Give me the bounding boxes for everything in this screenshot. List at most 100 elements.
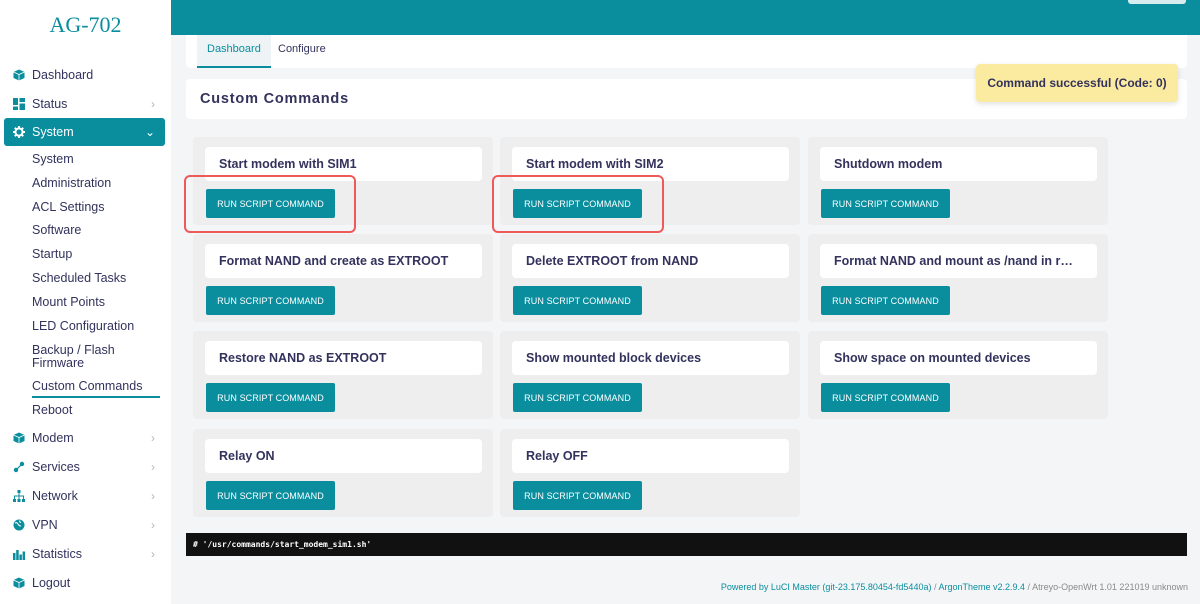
cube-icon [12, 576, 26, 590]
network-icon [12, 489, 26, 503]
command-card: Restore NAND as EXTROOT RUN SCRIPT COMMA… [193, 331, 493, 419]
gear-icon [12, 125, 26, 139]
command-card: Relay ON RUN SCRIPT COMMAND [193, 429, 493, 517]
cube-icon [12, 68, 26, 82]
run-script-button[interactable]: RUN SCRIPT COMMAND [206, 481, 335, 510]
command-title: Relay ON [219, 449, 275, 463]
chevron-right-icon: › [151, 546, 155, 561]
sidebar-item-modem[interactable]: Modem › [0, 423, 171, 452]
grid-icon [12, 97, 26, 111]
command-card: Show mounted block devices RUN SCRIPT CO… [500, 331, 800, 419]
bar-chart-icon [12, 547, 26, 561]
footer-luci-link[interactable]: Powered by LuCI Master (git-23.175.80454… [721, 582, 932, 592]
toast-message: Command successful (Code: 0) [987, 76, 1167, 90]
chevron-down-icon: ⌄ [144, 125, 155, 139]
command-title: Start modem with SIM2 [526, 157, 664, 171]
command-card: Relay OFF RUN SCRIPT COMMAND [500, 429, 800, 517]
command-card: Show space on mounted devices RUN SCRIPT… [808, 331, 1108, 419]
highlight-box [492, 175, 664, 233]
sidebar-item-label: Modem [32, 430, 74, 445]
page-title: Custom Commands [200, 91, 349, 107]
header-edge-tab[interactable] [1128, 0, 1186, 4]
command-title: Format NAND and mount as /nand in r… [834, 254, 1073, 268]
sidebar-item-dashboard[interactable]: Dashboard [0, 60, 171, 89]
command-card-header: Shutdown modem [820, 147, 1097, 181]
success-toast: Command successful (Code: 0) [976, 64, 1178, 102]
submenu-item-led-configuration[interactable]: LED Configuration [32, 320, 134, 333]
command-card: Format NAND and create as EXTROOT RUN SC… [193, 234, 493, 322]
sidebar-item-system[interactable]: System ⌄ [4, 118, 165, 146]
globe-icon [12, 518, 26, 532]
command-card-header: Relay ON [205, 439, 482, 473]
sidebar-item-label: System [32, 125, 74, 139]
command-card-header: Format NAND and mount as /nand in r… [820, 244, 1097, 278]
chevron-right-icon: › [151, 430, 155, 445]
sidebar-item-label: Logout [32, 575, 71, 590]
submenu-item-label-line2: Firmware [32, 356, 85, 370]
cube-icon [12, 431, 26, 445]
chevron-right-icon: › [151, 96, 155, 111]
submenu-item-acl-settings[interactable]: ACL Settings [32, 201, 105, 214]
brand-logo: AG-702 [49, 12, 122, 37]
submenu-item-backup-flash-firmware[interactable]: Backup / Flash Firmware [32, 344, 115, 370]
command-card: Format NAND and mount as /nand in r… RUN… [808, 234, 1108, 322]
run-script-button[interactable]: RUN SCRIPT COMMAND [513, 383, 642, 412]
submenu-item-administration[interactable]: Administration [32, 177, 111, 190]
command-output: # '/usr/commands/start_modem_sim1.sh' [186, 533, 1187, 556]
sidebar-item-vpn[interactable]: VPN › [0, 510, 171, 539]
tab-dashboard[interactable]: Dashboard [197, 35, 271, 68]
sidebar-item-label: Network [32, 488, 78, 503]
chevron-right-icon: › [151, 517, 155, 532]
tab-configure[interactable]: Configure [268, 35, 336, 68]
command-card-header: Show mounted block devices [512, 341, 789, 375]
sidebar-item-network[interactable]: Network › [0, 481, 171, 510]
command-card: Shutdown modem RUN SCRIPT COMMAND [808, 137, 1108, 225]
sidebar: AG-702 Dashboard Status › System ⌄ Syste… [0, 0, 171, 604]
command-title: Shutdown modem [834, 157, 943, 171]
footer-version: Atreyo-OpenWrt 1.01 221019 unknown [1032, 582, 1188, 592]
sidebar-item-label: Services [32, 459, 80, 474]
command-card-header: Delete EXTROOT from NAND [512, 244, 789, 278]
sidebar-item-label: Dashboard [32, 67, 94, 82]
command-card-header: Show space on mounted devices [820, 341, 1097, 375]
run-script-button[interactable]: RUN SCRIPT COMMAND [206, 383, 335, 412]
command-card-header: Format NAND and create as EXTROOT [205, 244, 482, 278]
sidebar-item-statistics[interactable]: Statistics › [0, 539, 171, 568]
sidebar-item-services[interactable]: Services › [0, 452, 171, 481]
share-icon [12, 460, 26, 474]
command-title: Delete EXTROOT from NAND [526, 254, 699, 268]
sidebar-item-label: Status [32, 96, 68, 111]
submenu-item-system[interactable]: System [32, 153, 74, 166]
top-header-bar [171, 0, 1200, 35]
run-script-button[interactable]: RUN SCRIPT COMMAND [513, 286, 642, 315]
command-title: Show space on mounted devices [834, 351, 1031, 365]
footer: Powered by LuCI Master (git-23.175.80454… [721, 582, 1188, 592]
command-card: Delete EXTROOT from NAND RUN SCRIPT COMM… [500, 234, 800, 322]
command-title: Relay OFF [526, 449, 588, 463]
run-script-button[interactable]: RUN SCRIPT COMMAND [821, 189, 950, 218]
sidebar-item-status[interactable]: Status › [0, 89, 171, 118]
command-title: Show mounted block devices [526, 351, 702, 365]
submenu-item-mount-points[interactable]: Mount Points [32, 296, 105, 309]
sidebar-item-label: VPN [32, 517, 58, 532]
chevron-right-icon: › [151, 459, 155, 474]
run-script-button[interactable]: RUN SCRIPT COMMAND [513, 481, 642, 510]
sidebar-item-label: Statistics [32, 546, 83, 561]
run-script-button[interactable]: RUN SCRIPT COMMAND [206, 286, 335, 315]
run-script-button[interactable]: RUN SCRIPT COMMAND [821, 383, 950, 412]
command-title: Format NAND and create as EXTROOT [219, 254, 449, 268]
footer-separator: / [1025, 582, 1033, 592]
submenu-item-scheduled-tasks[interactable]: Scheduled Tasks [32, 272, 126, 285]
chevron-right-icon: › [151, 488, 155, 503]
highlight-box [184, 175, 356, 233]
run-script-button[interactable]: RUN SCRIPT COMMAND [821, 286, 950, 315]
command-card-header: Restore NAND as EXTROOT [205, 341, 482, 375]
submenu-item-software[interactable]: Software [32, 224, 81, 237]
command-card-header: Relay OFF [512, 439, 789, 473]
submenu-item-reboot[interactable]: Reboot [32, 404, 72, 417]
submenu-item-custom-commands[interactable]: Custom Commands [32, 380, 160, 398]
sidebar-item-logout[interactable]: Logout [0, 568, 171, 597]
command-title: Start modem with SIM1 [219, 157, 357, 171]
footer-theme-link[interactable]: ArgonTheme v2.2.9.4 [938, 582, 1025, 592]
submenu-item-startup[interactable]: Startup [32, 248, 72, 261]
